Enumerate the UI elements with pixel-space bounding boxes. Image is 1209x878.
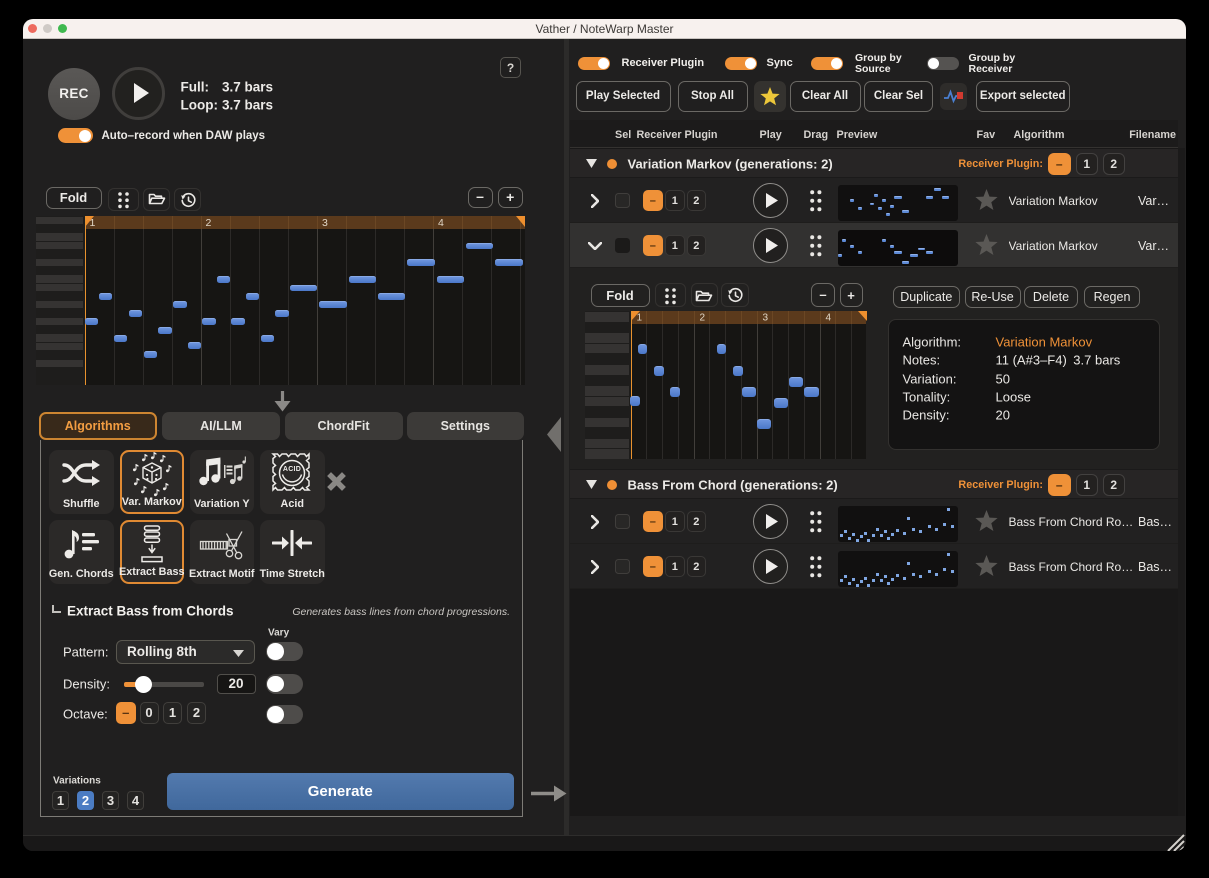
svg-text:ACID: ACID	[283, 466, 301, 473]
